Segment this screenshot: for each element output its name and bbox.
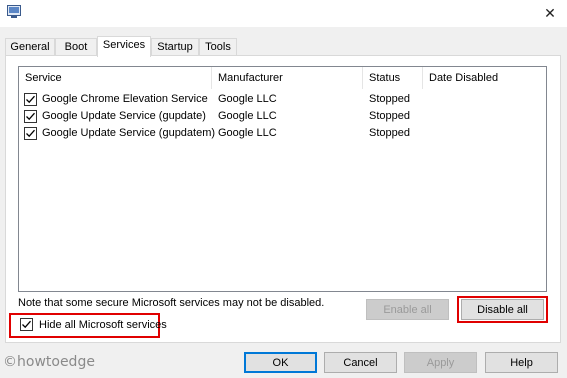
service-status: Stopped [369, 127, 410, 139]
hide-ms-checkbox[interactable] [20, 318, 33, 331]
title-bar: ✕ [0, 0, 567, 27]
service-name: Google Update Service (gupdatem) [42, 127, 216, 139]
service-checkbox[interactable] [24, 110, 37, 123]
cancel-button[interactable]: Cancel [324, 352, 397, 373]
column-header-service[interactable]: Service [19, 67, 212, 89]
checkmark-icon [26, 112, 35, 121]
close-button[interactable]: ✕ [533, 0, 567, 27]
secure-services-note: Note that some secure Microsoft services… [18, 297, 325, 309]
column-header-manufacturer[interactable]: Manufacturer [212, 67, 363, 89]
tab-general[interactable]: General [5, 38, 55, 56]
service-status: Stopped [369, 93, 410, 105]
table-row[interactable]: Google Chrome Elevation Service Google L… [19, 92, 546, 109]
column-header-status[interactable]: Status [363, 67, 423, 89]
service-manufacturer: Google LLC [218, 110, 277, 122]
watermark: ©howtoedge [3, 354, 95, 370]
ok-button[interactable]: OK [244, 352, 317, 373]
checkmark-icon [26, 129, 35, 138]
table-row[interactable]: Google Update Service (gupdatem) Google … [19, 126, 546, 143]
column-header-date-disabled[interactable]: Date Disabled [423, 67, 546, 89]
service-manufacturer: Google LLC [218, 93, 277, 105]
apply-button[interactable]: Apply [404, 352, 477, 373]
tab-tools[interactable]: Tools [199, 38, 237, 56]
help-button[interactable]: Help [485, 352, 558, 373]
tab-boot[interactable]: Boot [55, 38, 97, 56]
close-icon: ✕ [544, 5, 556, 21]
service-checkbox[interactable] [24, 127, 37, 140]
checkmark-icon [26, 95, 35, 104]
hide-ms-label: Hide all Microsoft services [39, 319, 167, 331]
services-panel: Service Manufacturer Status Date Disable… [5, 55, 561, 343]
service-name: Google Update Service (gupdate) [42, 110, 206, 122]
tab-services[interactable]: Services [97, 36, 151, 57]
checkmark-icon [22, 320, 31, 329]
service-name: Google Chrome Elevation Service [42, 93, 208, 105]
msconfig-icon [7, 5, 21, 18]
services-list[interactable]: Service Manufacturer Status Date Disable… [18, 66, 547, 292]
enable-all-button[interactable]: Enable all [366, 299, 449, 320]
service-checkbox[interactable] [24, 93, 37, 106]
tab-startup[interactable]: Startup [151, 38, 199, 56]
service-manufacturer: Google LLC [218, 127, 277, 139]
service-status: Stopped [369, 110, 410, 122]
disable-all-button[interactable]: Disable all [461, 299, 544, 320]
table-row[interactable]: Google Update Service (gupdate) Google L… [19, 109, 546, 126]
